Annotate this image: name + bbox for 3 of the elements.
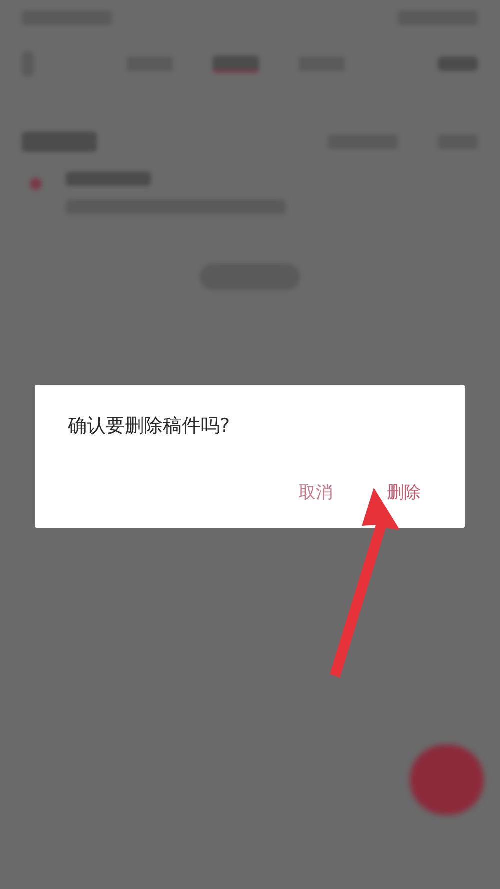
- dialog-message: 确认要删除稿件吗?: [68, 414, 232, 439]
- cancel-button[interactable]: 取消: [297, 477, 335, 508]
- delete-button[interactable]: 删除: [385, 477, 423, 508]
